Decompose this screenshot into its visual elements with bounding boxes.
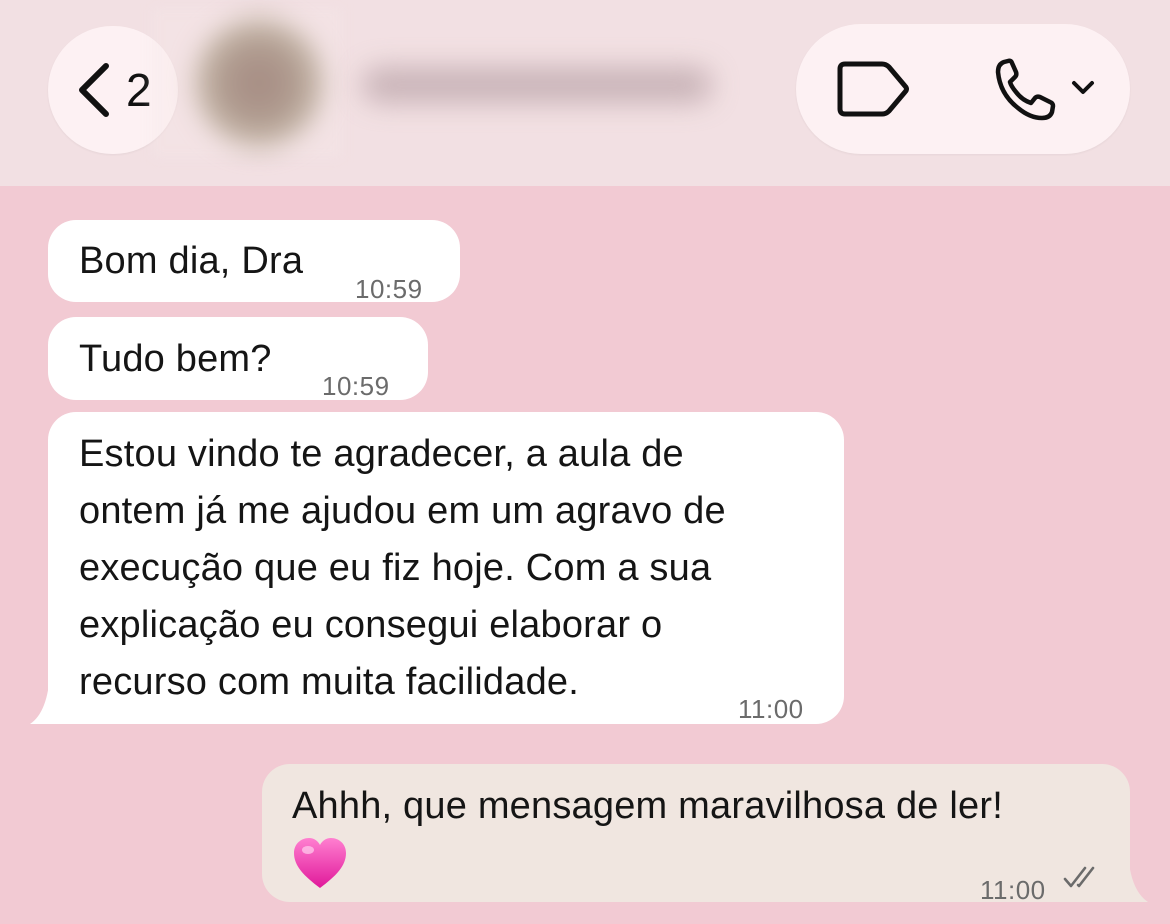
message-bubble-incoming[interactable]: Tudo bem? 10:59 [48, 317, 428, 401]
contact-info[interactable] [152, 8, 712, 158]
label-tag-icon[interactable] [832, 59, 910, 119]
chat-header: 2 [0, 0, 1170, 186]
message-text: Estou vindo te agradecer, a aula de onte… [79, 433, 726, 703]
phone-icon [995, 58, 1056, 121]
double-check-icon [1063, 866, 1095, 888]
header-actions [796, 24, 1130, 154]
message-time: 10:59 [355, 274, 423, 304]
message-text: Tudo bem? [79, 338, 272, 380]
message-text: Bom dia, Dra [79, 240, 304, 282]
contact-name [362, 68, 712, 102]
voice-call-button[interactable] [992, 56, 1102, 122]
message-time: 11:00 [738, 694, 804, 724]
message-bubble-incoming[interactable]: Bom dia, Dra 10:59 [48, 220, 460, 304]
message-bubble-incoming[interactable]: Estou vindo te agradecer, a aula de onte… [48, 412, 844, 724]
pink-heart-emoji [294, 838, 346, 888]
message-time: 11:00 [980, 875, 1046, 905]
message-time: 10:59 [322, 371, 390, 401]
unread-count: 2 [126, 64, 152, 116]
message-text: Ahhh, que mensagem maravilhosa de ler! [292, 785, 1003, 827]
chevron-left-icon [79, 63, 109, 117]
message-bubble-outgoing[interactable]: Ahhh, que mensagem maravilhosa de ler! 1… [262, 764, 1130, 905]
chevron-down-icon [1072, 81, 1094, 94]
